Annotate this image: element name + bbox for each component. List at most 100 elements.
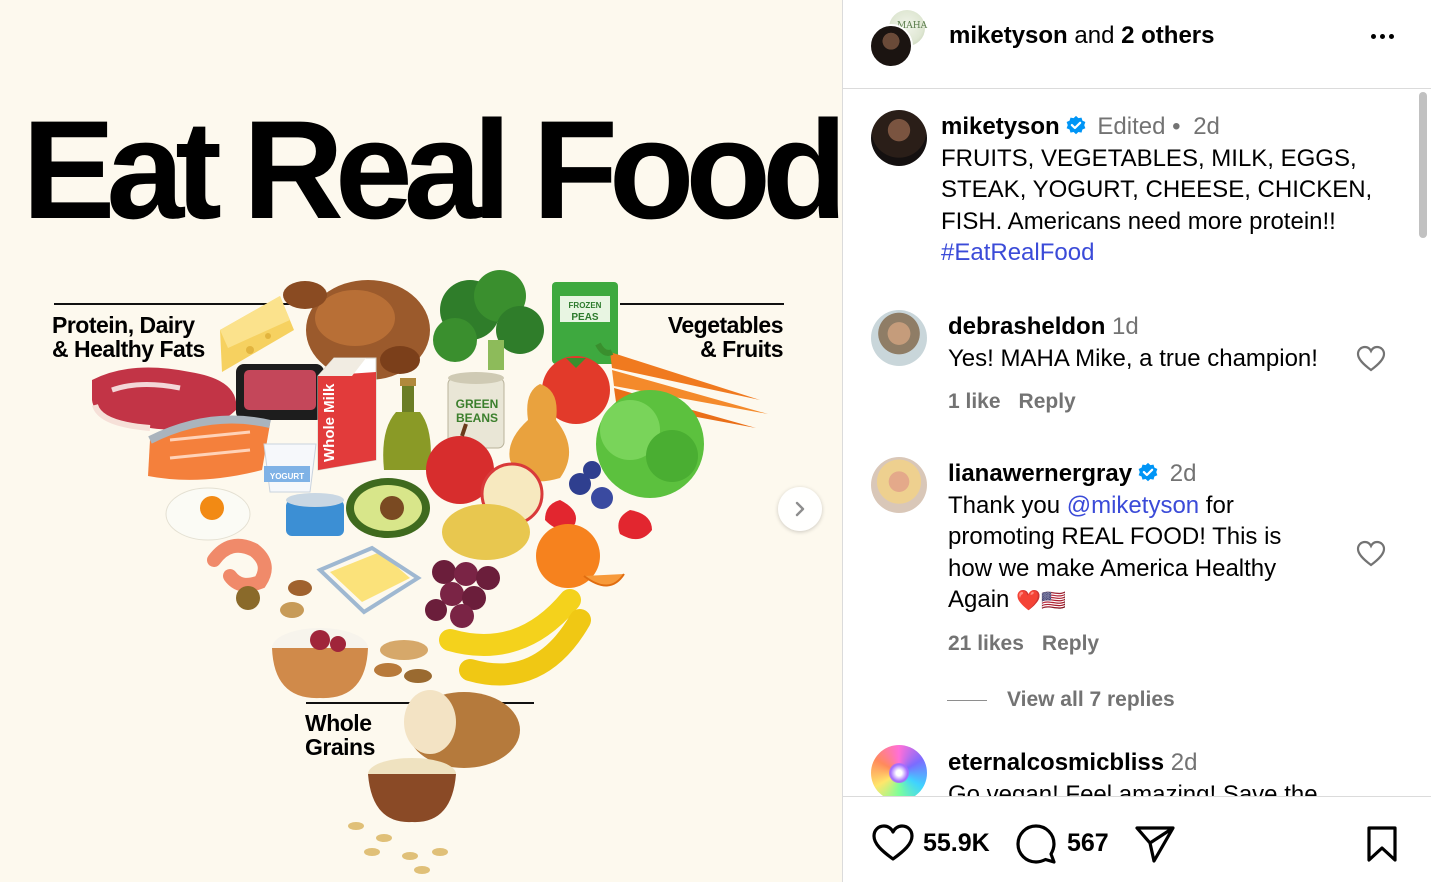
- comment-age: 2d: [1169, 460, 1197, 487]
- whole-milk-label: Whole Milk: [321, 383, 338, 462]
- shrimp-illustration: [207, 538, 272, 592]
- commenter-avatar[interactable]: [871, 457, 927, 513]
- frozen-peas-label-2: PEAS: [571, 312, 599, 323]
- others-link[interactable]: 2 others: [1121, 22, 1214, 49]
- comment-text-again: Again: [948, 586, 1010, 614]
- comment-icon[interactable]: [1015, 823, 1057, 865]
- orange-illustration: [536, 524, 625, 588]
- bookmark-icon[interactable]: [1365, 825, 1399, 863]
- scrollbar-thumb[interactable]: [1419, 92, 1427, 238]
- butter-illustration: [316, 545, 422, 615]
- like-comment-heart-icon[interactable]: [1356, 540, 1386, 568]
- comments-scrollbar[interactable]: [1418, 92, 1428, 796]
- broccoli-illustration: [433, 270, 544, 370]
- ground-beef-illustration: [236, 364, 324, 420]
- comment-header: lianawernergray 2d: [948, 458, 1358, 490]
- potato-illustration: [442, 504, 530, 560]
- comments-count[interactable]: 567: [1067, 829, 1109, 858]
- caption-line-2: STEAK, YOGURT, CHEESE, CHICKEN,: [941, 176, 1373, 204]
- comment-text-line-3: how we make America Healthy: [948, 554, 1277, 582]
- cheese-illustration: [220, 296, 294, 372]
- post-authors[interactable]: miketyson and 2 others: [949, 22, 1214, 50]
- post-detail-panel: MAHA miketyson and 2 others miketyson Ed…: [842, 0, 1431, 882]
- comment-age: 1d: [1112, 313, 1139, 340]
- comment-actions: 1 like Reply: [948, 390, 1094, 414]
- caption-header: miketyson Edited • 2d: [941, 111, 1391, 143]
- collaborator-avatars[interactable]: MAHA: [869, 8, 929, 68]
- comment-likes[interactable]: 21 likes: [948, 632, 1024, 655]
- verified-badge-icon: [1138, 462, 1158, 482]
- comment: lianawernergray 2d Thank you @miketyson …: [948, 458, 1358, 618]
- tuna-can-illustration: [286, 493, 344, 536]
- green-beans-label-1: GREEN: [456, 397, 499, 411]
- comment-header: eternalcosmicbliss 2d: [948, 747, 1358, 779]
- milk-carton-illustration: Whole Milk: [317, 357, 377, 471]
- more-options-button[interactable]: [1366, 24, 1398, 48]
- commenter-avatar[interactable]: [871, 310, 927, 366]
- view-replies-label: View all 7 replies: [1007, 688, 1175, 711]
- heart-icon[interactable]: [871, 823, 915, 863]
- frozen-peas-label-1: FROZEN: [569, 301, 602, 310]
- caption-avatar[interactable]: [871, 110, 927, 166]
- author-username[interactable]: miketyson: [949, 22, 1068, 49]
- comment-text: Yes! MAHA Mike, a true champion!: [948, 344, 1318, 372]
- oat-flakes-illustration: [348, 822, 448, 874]
- comment-text-prefix: Thank you: [948, 491, 1067, 519]
- comment-text: Go vegan! Feel amazing! Save the: [948, 780, 1318, 796]
- comment-username[interactable]: eternalcosmicbliss: [948, 749, 1164, 776]
- instagram-post-view: Eat Real Food Protein, Dairy & Healthy F…: [0, 0, 1431, 882]
- comment-age: 2d: [1170, 749, 1198, 776]
- bread-illustration: [404, 690, 520, 768]
- more-dot: [1379, 33, 1385, 39]
- comment-likes[interactable]: 1 like: [948, 390, 1001, 413]
- salmon-illustration: [148, 415, 271, 480]
- olive-oil-illustration: [383, 378, 431, 470]
- lettuce-illustration: [596, 390, 704, 498]
- author-avatar: [869, 24, 913, 68]
- caption-age: 2d: [1193, 113, 1220, 140]
- commenter-avatar[interactable]: [871, 745, 927, 796]
- more-horizontal-icon: [1370, 33, 1376, 39]
- grapes-illustration: [425, 560, 500, 628]
- edited-label: Edited: [1097, 113, 1166, 140]
- like-comment-heart-icon[interactable]: [1356, 345, 1386, 373]
- post-header: MAHA miketyson and 2 others: [843, 0, 1431, 89]
- next-image-button[interactable]: [778, 487, 822, 531]
- reply-button[interactable]: Reply: [1019, 390, 1076, 413]
- send-icon[interactable]: [1133, 823, 1177, 865]
- mention-link[interactable]: @miketyson: [1067, 492, 1199, 519]
- more-dot: [1388, 33, 1394, 39]
- comment-text-line-1: Thank you @miketyson for: [948, 490, 1358, 522]
- caption-username[interactable]: miketyson: [941, 113, 1060, 140]
- comment-actions: 21 likes Reply: [948, 632, 1117, 656]
- comment-header: debrasheldon 1d: [948, 311, 1358, 343]
- author-joiner: and: [1067, 22, 1122, 49]
- comment: eternalcosmicbliss 2d Go vegan! Feel ama…: [948, 747, 1358, 796]
- view-replies-button[interactable]: View all 7 replies: [947, 688, 1175, 712]
- rice-bowl-illustration: [272, 628, 368, 699]
- peanuts-illustration: [374, 640, 432, 683]
- yogurt-illustration: YOGURT: [263, 443, 317, 493]
- yogurt-label: YOGURT: [270, 472, 304, 481]
- comment-text-line-4: Again ❤️🇺🇸: [948, 584, 1358, 618]
- post-image: Eat Real Food Protein, Dairy & Healthy F…: [0, 0, 842, 882]
- comment-username[interactable]: lianawernergray: [948, 460, 1132, 487]
- caption-line-1: FRUITS, VEGETABLES, MILK, EGGS,: [941, 144, 1357, 172]
- food-pyramid-illustration: Whole Milk FROZEN PEAS YOGURT GREEN BEAN…: [92, 270, 768, 874]
- caption: miketyson Edited • 2d FRUITS, VEGETABLES…: [941, 111, 1391, 269]
- comment-username[interactable]: debrasheldon: [948, 313, 1105, 340]
- comments-list[interactable]: miketyson Edited • 2d FRUITS, VEGETABLES…: [843, 90, 1415, 796]
- oats-bowl-illustration: [368, 758, 456, 823]
- comment-text-line-2: promoting REAL FOOD! This is: [948, 523, 1282, 551]
- chevron-right-icon: [795, 501, 805, 517]
- heart-flag-emoji: ❤️🇺🇸: [1016, 590, 1066, 613]
- likes-count[interactable]: 55.9K: [923, 829, 990, 858]
- fried-egg-illustration: [165, 487, 251, 541]
- hashtag-link[interactable]: #EatRealFood: [941, 237, 1391, 269]
- post-action-bar: 55.9K 567: [843, 796, 1431, 882]
- caption-line-3: FISH. Americans need more protein!!: [941, 207, 1336, 235]
- verified-badge-icon: [1066, 115, 1086, 135]
- comment-text-suffix: for: [1199, 491, 1234, 519]
- reply-button[interactable]: Reply: [1042, 632, 1099, 655]
- green-beans-label-2: BEANS: [456, 411, 498, 425]
